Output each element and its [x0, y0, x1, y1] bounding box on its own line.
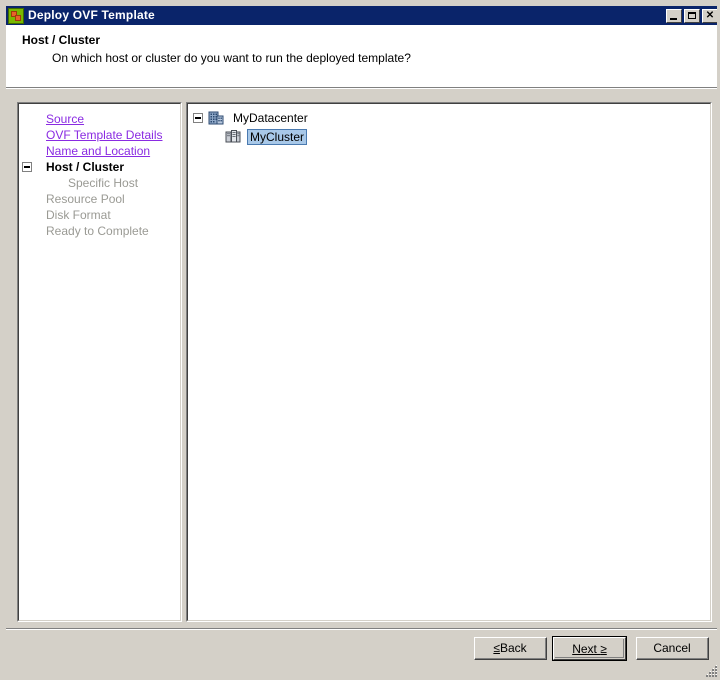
wizard-step-label: Host / Cluster	[46, 160, 125, 174]
minimize-button[interactable]	[666, 8, 682, 23]
inventory-tree-panel[interactable]: MyDatacenter MyCluster	[186, 102, 712, 622]
wizard-step-host-cluster: Host / Cluster	[18, 159, 181, 175]
wizard-step-label: Specific Host	[68, 176, 139, 190]
page-subtitle: On which host or cluster do you want to …	[52, 51, 411, 65]
close-button[interactable]: ✕	[702, 8, 717, 23]
window-controls: ✕	[666, 8, 717, 23]
cancel-button-label: Cancel	[653, 641, 691, 655]
wizard-step-label: Ready to Complete	[46, 224, 149, 238]
wizard-step-label: Disk Format	[46, 208, 111, 222]
inventory-tree: MyDatacenter MyCluster	[187, 108, 711, 146]
wizard-steps-panel: Source OVF Template Details Name and Locat…	[17, 102, 182, 622]
wizard-step-ovf-template-details[interactable]: OVF Template Details	[18, 127, 181, 143]
title-bar: Deploy OVF Template ✕	[6, 6, 717, 25]
wizard-step-source[interactable]: Source	[18, 111, 181, 127]
tree-node-label: MyDatacenter	[233, 110, 308, 125]
expand-collapse-icon[interactable]	[193, 112, 203, 123]
cancel-button[interactable]: Cancel	[636, 637, 709, 660]
wizard-step-label: Name and Location	[46, 144, 151, 158]
close-icon: ✕	[705, 9, 715, 21]
back-button-label: Back	[499, 641, 527, 655]
page-title: Host / Cluster	[22, 33, 101, 47]
back-button[interactable]: ≤ Back	[474, 637, 547, 660]
deploy-ovf-template-dialog: Deploy OVF Template ✕ Host / Cluster On …	[0, 0, 720, 680]
maximize-button[interactable]	[684, 8, 700, 23]
wizard-step-label: Resource Pool	[46, 192, 125, 206]
back-button-mnemonic: ≤	[493, 641, 500, 655]
wizard-step-label: OVF Template Details	[46, 128, 163, 142]
next-button[interactable]: Next ≥	[552, 636, 627, 661]
tree-node-label: MyCluster	[247, 128, 308, 145]
wizard-step-name-and-location[interactable]: Name and Location	[18, 143, 181, 159]
wizard-step-label: Source	[46, 112, 85, 126]
wizard-step-resource-pool: Resource Pool	[18, 191, 181, 207]
header-panel: Host / Cluster On which host or cluster …	[6, 25, 717, 87]
wizard-step-specific-host: Specific Host	[18, 175, 181, 191]
window-title: Deploy OVF Template	[28, 8, 155, 22]
tree-node[interactable]: MyCluster	[187, 127, 711, 146]
footer-bar: ≤ Back Next ≥ Cancel	[6, 630, 718, 678]
ovf-template-icon	[8, 7, 24, 24]
datacenter-icon	[208, 110, 224, 126]
wizard-steps-list: Source OVF Template Details Name and Locat…	[18, 103, 181, 239]
wizard-step-ready-to-complete: Ready to Complete	[18, 223, 181, 239]
collapse-box-icon[interactable]	[22, 162, 32, 172]
wizard-step-disk-format: Disk Format	[18, 207, 181, 223]
dialog-body: Source OVF Template Details Name and Locat…	[6, 89, 717, 628]
tree-node[interactable]: MyDatacenter	[187, 108, 711, 127]
resize-grip[interactable]	[704, 664, 718, 678]
cluster-icon	[225, 129, 241, 145]
